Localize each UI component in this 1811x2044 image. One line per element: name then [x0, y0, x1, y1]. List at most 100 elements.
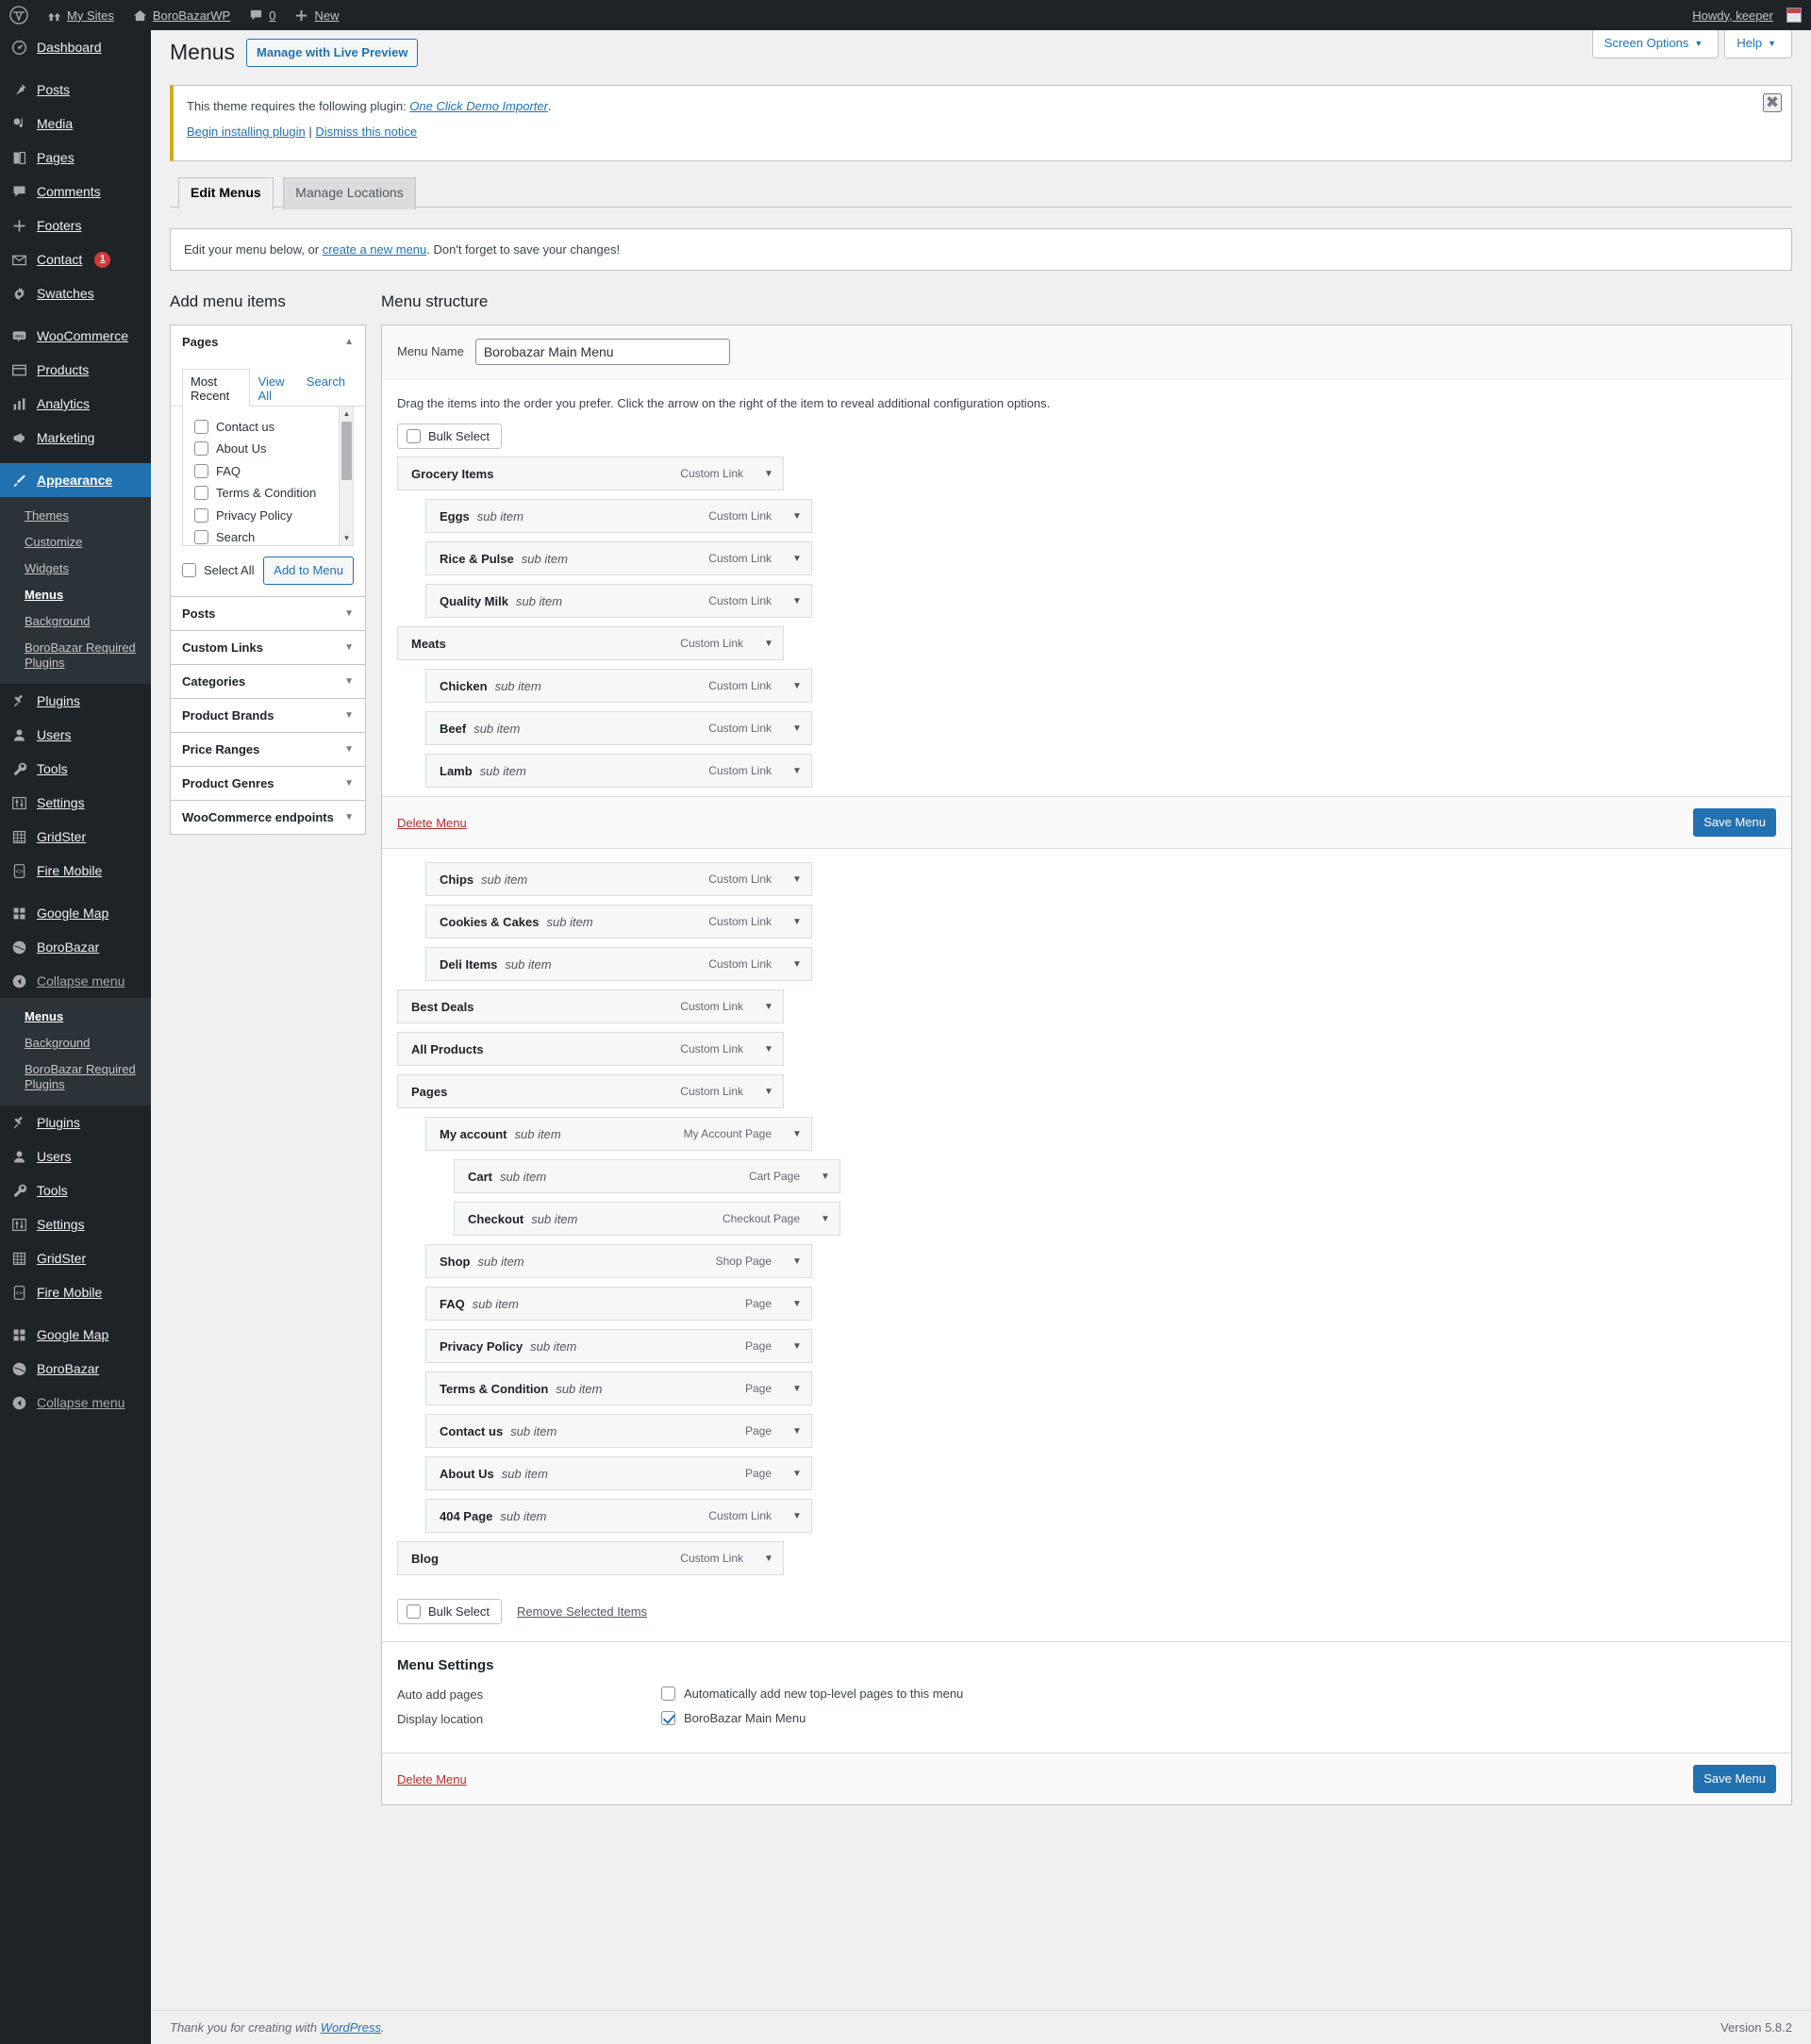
menu-item[interactable]: Chips sub item Custom Link ▼ — [425, 862, 812, 897]
sidebar-item-gridster[interactable]: GridSter — [0, 1241, 151, 1275]
help-button[interactable]: Help ▼ — [1724, 30, 1792, 58]
page-checkbox-row[interactable]: About Us — [194, 438, 343, 460]
chevron-down-icon[interactable]: ▼ — [783, 1415, 811, 1447]
display-location-field[interactable]: BoroBazar Main Menu — [661, 1711, 806, 1726]
screen-options-button[interactable]: Screen Options ▼ — [1591, 30, 1720, 58]
sidebar-item-borobazar[interactable]: BoroBazar — [0, 1352, 151, 1386]
checkbox[interactable] — [194, 463, 208, 478]
sidebar-item-plugins[interactable]: Plugins — [0, 684, 151, 718]
chevron-down-icon[interactable]: ▼ — [783, 948, 811, 980]
pages-tab-search[interactable]: Search — [298, 369, 354, 407]
menu-item[interactable]: All Products Custom Link ▼ — [397, 1032, 784, 1067]
sidebar-item-google-map[interactable]: Google Map — [0, 896, 151, 930]
chevron-down-icon[interactable]: ▼ — [755, 627, 783, 659]
save-menu-button-middle[interactable]: Save Menu — [1693, 808, 1776, 838]
sidebar-item-products[interactable]: Products — [0, 353, 151, 387]
manage-with-live-preview-button[interactable]: Manage with Live Preview — [246, 39, 419, 67]
checkbox[interactable] — [194, 530, 208, 545]
chevron-down-icon[interactable]: ▼ — [783, 670, 811, 702]
sidebar-item-woocommerce[interactable]: woo WooCommerce — [0, 319, 151, 353]
chevron-down-icon[interactable]: ▼ — [783, 1372, 811, 1404]
checkbox[interactable] — [407, 1604, 421, 1620]
menu-item[interactable]: My account sub item My Account Page ▼ — [425, 1117, 812, 1152]
sidebar-item-collapse-menu[interactable]: Collapse menu — [0, 964, 151, 998]
sidebar-item-dashboard[interactable]: Dashboard — [0, 30, 151, 64]
chevron-down-icon[interactable]: ▼ — [783, 500, 811, 532]
close-icon[interactable]: ✖ — [1763, 92, 1782, 112]
pages-panel-scrollbar[interactable]: ▲ ▼ — [339, 406, 353, 545]
sidebar-subitem-borobazar-required-plugins[interactable]: BoroBazar Required Plugins — [0, 1056, 151, 1098]
chevron-up-icon[interactable]: ▲ — [344, 337, 354, 347]
menu-item[interactable]: FAQ sub item Page ▼ — [425, 1287, 812, 1321]
menu-item[interactable]: Deli Items sub item Custom Link ▼ — [425, 947, 812, 982]
sidebar-item-tools[interactable]: Tools — [0, 752, 151, 786]
sidebar-subitem-background[interactable]: Background — [0, 1030, 151, 1056]
menu-item[interactable]: Chicken sub item Custom Link ▼ — [425, 669, 812, 704]
create-a-new-menu-link[interactable]: create a new menu — [323, 242, 427, 257]
checkbox[interactable] — [194, 419, 208, 434]
sidebar-item-settings[interactable]: Settings — [0, 786, 151, 820]
menu-item[interactable]: Beef sub item Custom Link ▼ — [425, 711, 812, 746]
menu-item[interactable]: Contact us sub item Page ▼ — [425, 1414, 812, 1449]
sidebar-item-media[interactable]: Media — [0, 107, 151, 141]
chevron-down-icon[interactable]: ▼ — [783, 1288, 811, 1320]
sidebar-item-collapse-menu[interactable]: Collapse menu — [0, 1386, 151, 1420]
menu-item[interactable]: Cart sub item Cart Page ▼ — [454, 1159, 840, 1194]
menu-item[interactable]: Lamb sub item Custom Link ▼ — [425, 754, 812, 789]
chevron-down-icon[interactable]: ▼ — [783, 585, 811, 617]
sidebar-item-posts[interactable]: Posts — [0, 73, 151, 107]
sidebar-item-appearance[interactable]: Appearance — [0, 463, 158, 497]
chevron-down-icon[interactable]: ▼ — [811, 1160, 839, 1192]
chevron-down-icon[interactable]: ▼ — [783, 755, 811, 787]
chevron-down-icon[interactable]: ▼ — [783, 1330, 811, 1362]
adminbar-new[interactable]: New — [285, 0, 348, 30]
chevron-down-icon[interactable]: ▼ — [344, 676, 354, 687]
sidebar-item-google-map[interactable]: Google Map — [0, 1318, 151, 1352]
sidebar-item-footers[interactable]: Footers — [0, 208, 151, 242]
product-genres-postbox-header[interactable]: Product Genres ▼ — [171, 766, 365, 800]
scroll-down-icon[interactable]: ▼ — [340, 531, 353, 545]
add-to-menu-button[interactable]: Add to Menu — [263, 556, 354, 585]
menu-item[interactable]: Blog Custom Link ▼ — [397, 1541, 784, 1576]
sidebar-item-swatches[interactable]: Swatches — [0, 276, 151, 310]
checkbox[interactable] — [194, 486, 208, 501]
checkbox[interactable] — [194, 441, 208, 457]
delete-menu-link-bottom[interactable]: Delete Menu — [397, 1772, 467, 1786]
chevron-down-icon[interactable]: ▼ — [783, 1118, 811, 1150]
chevron-down-icon[interactable]: ▼ — [755, 457, 783, 490]
menu-item[interactable]: Grocery Items Custom Link ▼ — [397, 457, 784, 491]
sidebar-subitem-borobazar-required-plugins[interactable]: BoroBazar Required Plugins — [0, 635, 151, 676]
sidebar-item-settings[interactable]: Settings — [0, 1207, 151, 1241]
chevron-down-icon[interactable]: ▼ — [755, 1075, 783, 1107]
dismiss-this-notice-link[interactable]: Dismiss this notice — [315, 125, 417, 139]
chevron-down-icon[interactable]: ▼ — [783, 1457, 811, 1489]
tab-manage-locations[interactable]: Manage Locations — [283, 176, 416, 209]
chevron-down-icon[interactable]: ▼ — [344, 608, 354, 619]
pages-tab-view-all[interactable]: View All — [250, 369, 298, 407]
chevron-down-icon[interactable]: ▼ — [755, 1542, 783, 1574]
menu-item[interactable]: Best Deals Custom Link ▼ — [397, 989, 784, 1024]
page-checkbox-row[interactable]: Privacy Policy — [194, 505, 343, 527]
pages-postbox-header[interactable]: Pages ▲ — [171, 324, 365, 358]
menu-item[interactable]: Eggs sub item Custom Link ▼ — [425, 499, 812, 534]
checkbox[interactable] — [661, 1687, 675, 1702]
menu-item[interactable]: Cookies & Cakes sub item Custom Link ▼ — [425, 905, 812, 939]
sidebar-subitem-background[interactable]: Background — [0, 608, 151, 635]
woocommerce-endpoints-postbox-header[interactable]: WooCommerce endpoints ▼ — [171, 800, 365, 834]
pages-checkbox-panel[interactable]: Contact us About Us FAQ Terms & Conditio… — [182, 406, 354, 546]
menu-item[interactable]: Privacy Policy sub item Page ▼ — [425, 1329, 812, 1364]
pages-tab-most-recent[interactable]: Most Recent — [182, 368, 250, 407]
chevron-down-icon[interactable]: ▼ — [344, 744, 354, 755]
page-checkbox-row[interactable]: FAQ — [194, 460, 343, 483]
menu-item[interactable]: Quality Milk sub item Custom Link ▼ — [425, 584, 812, 619]
checkbox[interactable] — [661, 1711, 675, 1726]
bulk-select-bottom[interactable]: Bulk Select — [397, 1599, 503, 1625]
sidebar-item-gridster[interactable]: GridSter — [0, 820, 151, 854]
checkbox[interactable] — [182, 563, 196, 578]
custom-links-postbox-header[interactable]: Custom Links ▼ — [171, 630, 365, 664]
posts-postbox-header[interactable]: Posts ▼ — [171, 596, 365, 630]
sidebar-subitem-menus[interactable]: Menus — [0, 582, 151, 608]
chevron-down-icon[interactable]: ▼ — [783, 712, 811, 744]
menu-item[interactable]: Checkout sub item Checkout Page ▼ — [454, 1202, 840, 1237]
remove-selected-items-link[interactable]: Remove Selected Items — [517, 1604, 647, 1619]
